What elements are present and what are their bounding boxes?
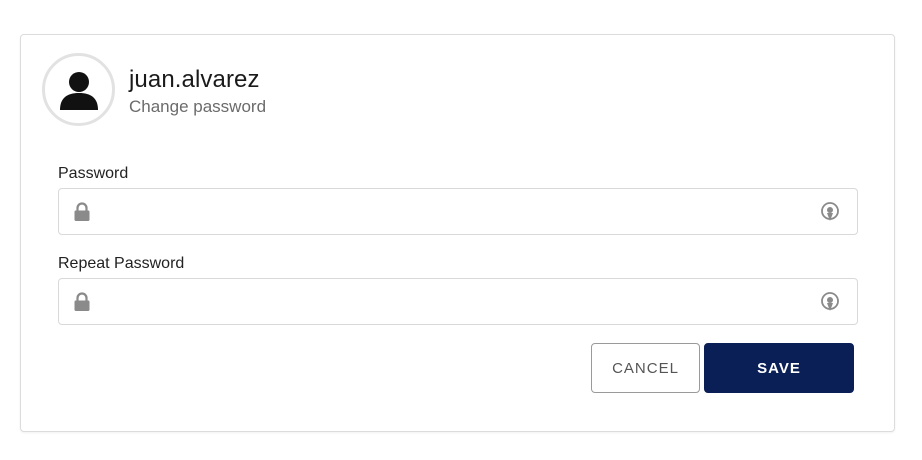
password-input[interactable] bbox=[101, 189, 811, 234]
lock-icon bbox=[74, 202, 90, 221]
repeat-password-label: Repeat Password bbox=[58, 255, 185, 272]
eye-icon[interactable] bbox=[820, 201, 840, 223]
repeat-password-field bbox=[58, 278, 858, 325]
change-password-card: juan.alvarez Change password Password Re… bbox=[20, 34, 895, 432]
password-label: Password bbox=[58, 165, 129, 182]
lock-icon bbox=[74, 292, 90, 311]
password-field bbox=[58, 188, 858, 235]
page-subtitle: Change password bbox=[129, 97, 267, 116]
repeat-password-input[interactable] bbox=[101, 279, 811, 324]
eye-icon[interactable] bbox=[820, 291, 840, 313]
username: juan.alvarez bbox=[129, 66, 260, 93]
save-button[interactable]: SAVE bbox=[704, 343, 854, 393]
user-icon bbox=[59, 71, 98, 110]
cancel-button[interactable]: CANCEL bbox=[591, 343, 700, 393]
avatar bbox=[42, 53, 115, 126]
